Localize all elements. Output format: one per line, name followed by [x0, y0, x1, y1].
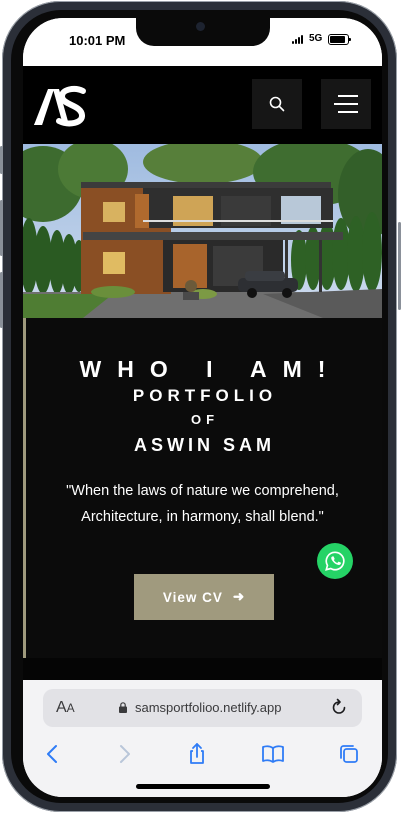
arrow-right-icon: ➜	[232, 589, 246, 604]
site-header	[23, 66, 382, 144]
intro-quote: "When the laws of nature we comprehend, …	[66, 483, 339, 525]
status-time: 10:01 PM	[69, 33, 126, 48]
hero-house-image	[23, 144, 382, 318]
share-icon[interactable]	[185, 742, 209, 766]
url-text: samsportfolioo.netlify.app	[135, 700, 282, 715]
notch	[136, 18, 270, 46]
whatsapp-icon	[325, 551, 345, 571]
whatsapp-button[interactable]	[317, 543, 353, 579]
heading-name: ASWIN SAM	[134, 435, 275, 455]
front-camera	[196, 22, 205, 31]
heading-who-i-am: WHO I AM!	[79, 356, 342, 382]
volume-down-button	[0, 272, 3, 328]
battery-icon	[328, 34, 351, 45]
menu-button[interactable]	[321, 79, 371, 129]
phone-screen: 10:01 PM 5G WHO I AM! PORTFOLIO OF ASWIN…	[23, 18, 382, 797]
tabs-icon[interactable]	[337, 742, 361, 766]
view-cv-button[interactable]: View CV ➜	[134, 574, 274, 620]
network-label: 5G	[309, 33, 323, 44]
reader-settings-button[interactable]: AA	[56, 699, 75, 717]
address-bar[interactable]: AA samsportfolioo.netlify.app	[43, 689, 362, 727]
mute-switch	[0, 146, 3, 174]
search-button[interactable]	[252, 79, 302, 129]
search-icon	[269, 96, 285, 112]
heading-of: OF	[190, 412, 220, 427]
back-icon[interactable]	[41, 742, 65, 766]
house-illustration	[23, 144, 382, 318]
hamburger-menu-icon	[334, 95, 358, 113]
lock-icon	[119, 702, 127, 713]
home-indicator[interactable]	[136, 784, 270, 789]
volume-up-button	[0, 200, 3, 256]
intro-section: WHO I AM! PORTFOLIO OF ASWIN SAM "When t…	[23, 318, 382, 680]
bookmarks-icon[interactable]	[261, 742, 285, 766]
safari-toolbar: AA samsportfolioo.netlify.app	[23, 680, 382, 797]
forward-icon[interactable]	[112, 742, 136, 766]
reload-icon[interactable]	[330, 698, 348, 716]
status-bar: 10:01 PM 5G	[23, 18, 382, 66]
signal-icon	[292, 35, 306, 44]
view-cv-label: View CV	[162, 589, 223, 605]
as-logo[interactable]	[31, 79, 89, 129]
heading-portfolio: PORTFOLIO	[132, 386, 278, 405]
section-divider	[23, 658, 382, 680]
